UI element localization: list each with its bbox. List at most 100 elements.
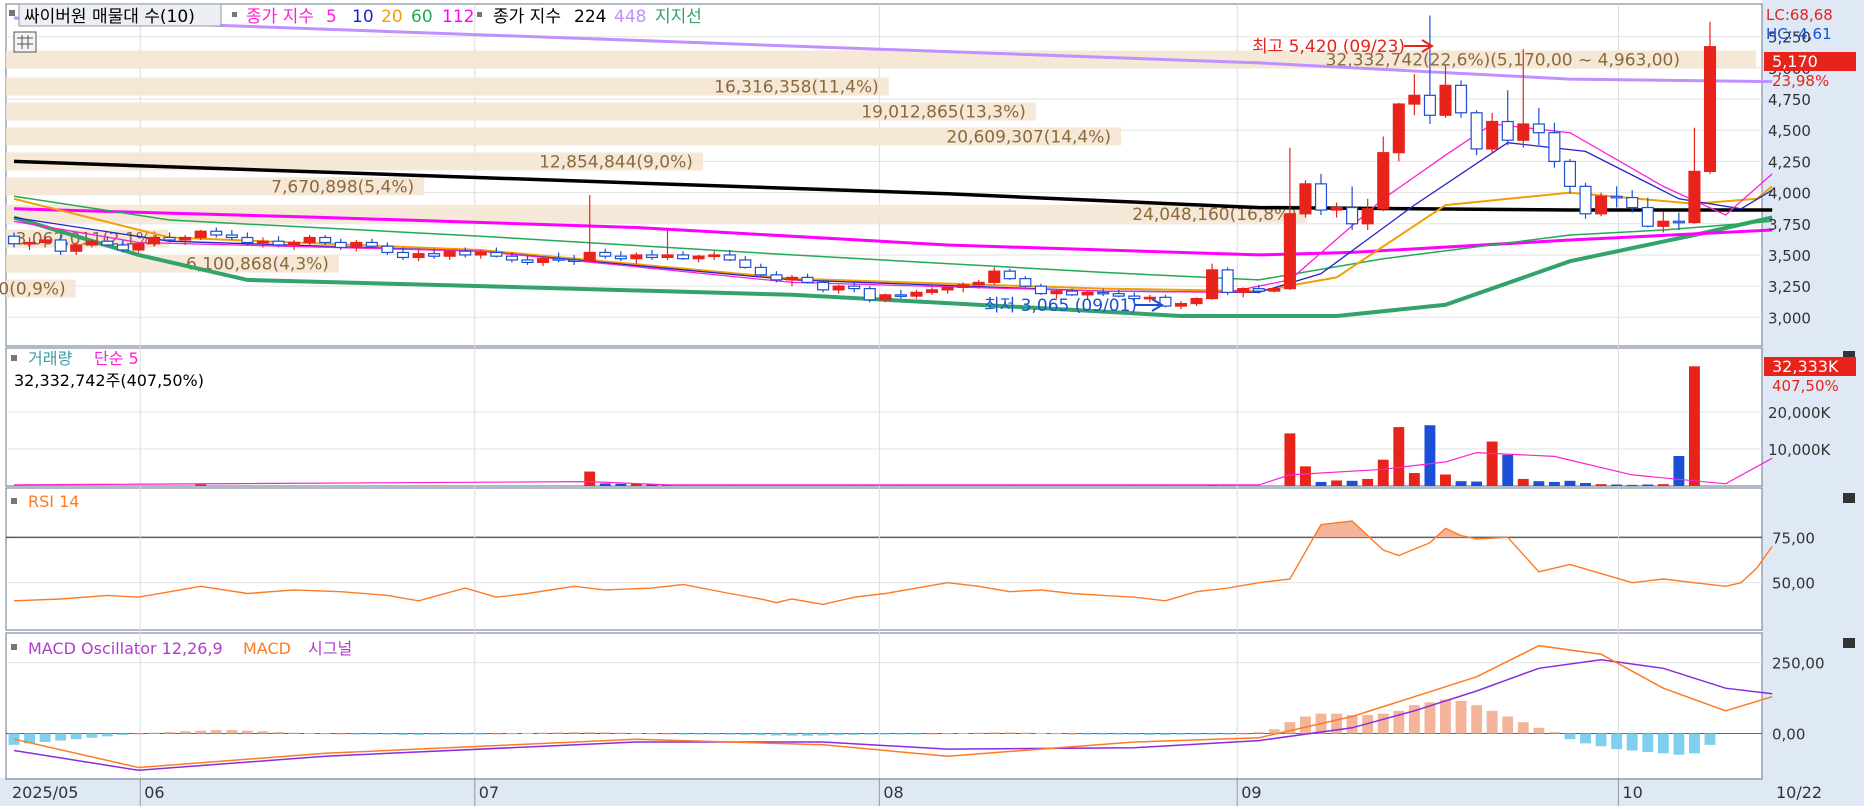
macd-osc-bar <box>257 731 269 734</box>
candle-up <box>132 243 145 251</box>
candle-down <box>552 258 565 261</box>
candle-up <box>692 255 705 260</box>
candle-up <box>630 254 643 260</box>
macd-osc-bar <box>1502 716 1514 734</box>
macd-osc-bar <box>1486 710 1498 734</box>
candle-down <box>1423 94 1436 116</box>
candle-down <box>848 285 861 290</box>
candle-down <box>101 240 114 246</box>
candle-down <box>54 239 67 252</box>
macd-osc-bar <box>584 732 596 734</box>
legend-toggle-icon[interactable] <box>11 644 17 650</box>
rsi-tick-label: 75,00 <box>1772 529 1815 547</box>
macd-osc-bar <box>1440 699 1451 734</box>
rsi-line <box>13 520 1773 606</box>
hc-label: HC:-4,61 <box>1766 25 1832 43</box>
macd-osc-bar <box>1626 733 1638 751</box>
macd-osc-bar <box>210 730 222 734</box>
macd-line <box>13 644 1773 769</box>
candle-down <box>1066 290 1079 296</box>
rsi-panel-frame[interactable] <box>5 487 1763 631</box>
candle-up <box>1206 269 1219 300</box>
candle-up <box>941 286 954 291</box>
volume-profile-label: 19,012,865(13,3%) <box>861 103 1026 123</box>
candle-down <box>428 253 441 257</box>
candle-up <box>661 254 674 259</box>
candle-up <box>179 236 192 241</box>
current-price: 5,170 <box>1772 52 1818 71</box>
candle-down <box>1314 183 1328 211</box>
macd-legend: MACD Oscillator 12,26,9 MACD 시그널 <box>11 639 352 658</box>
candle-up <box>879 294 892 301</box>
close-icon[interactable] <box>1843 638 1855 648</box>
legend-toggle-icon[interactable] <box>11 355 17 361</box>
macd-osc-bar <box>1206 733 1218 735</box>
signal-line <box>13 659 1773 772</box>
ma20-line <box>13 185 1773 293</box>
candle-up <box>1081 291 1094 296</box>
legend-toggle-icon[interactable] <box>11 498 17 504</box>
macd-osc-bar <box>911 733 922 735</box>
candle-up <box>1330 206 1343 211</box>
date-label: 10/22 <box>1776 783 1822 802</box>
macd-osc-bar <box>1051 733 1062 735</box>
candle-down <box>365 241 378 247</box>
macd-osc-bar <box>1657 733 1669 754</box>
signal-title: 시그널 <box>308 639 352 658</box>
candle-down <box>599 251 612 257</box>
price-tick-label: 3,750 <box>1768 216 1811 234</box>
candle-up <box>1268 288 1281 292</box>
macd-osc-bar <box>459 733 471 735</box>
candle-up <box>147 236 161 245</box>
low-annotation: 최저 3,065 (09/01) <box>984 296 1137 316</box>
macd-osc-bar <box>864 733 876 735</box>
macd-osc-bar <box>1300 716 1311 734</box>
date-axis-background <box>0 778 1864 806</box>
volume-bar <box>1611 484 1623 486</box>
stock-chart[interactable]: 32,332,742(22,6%)(5,170,00 ~ 4,963,00)16… <box>0 0 1864 806</box>
macd-osc-bar <box>1237 733 1249 735</box>
candle-up <box>1190 297 1203 305</box>
macd-osc-bar <box>646 733 658 735</box>
candle-up <box>925 289 939 293</box>
candle-up <box>303 236 316 244</box>
candle-down <box>1034 285 1047 295</box>
macd-osc-bar <box>241 730 253 734</box>
macd-osc-bar <box>1580 733 1591 744</box>
candle-down <box>1626 196 1639 209</box>
volume-tick-label: 10,000K <box>1768 441 1831 459</box>
candle-down <box>163 236 176 241</box>
candle-down <box>817 281 830 291</box>
candle-down <box>614 255 627 260</box>
macd-osc-bar <box>1533 727 1545 734</box>
rsi-legend: RSI 14 <box>11 492 79 511</box>
candle-down <box>459 250 472 256</box>
volume-bar <box>1580 483 1591 486</box>
candle-up <box>1174 302 1188 307</box>
volume-bar <box>1408 473 1420 486</box>
macd-osc-bar <box>226 730 238 734</box>
legend-toggle-icon[interactable] <box>9 10 15 16</box>
price-legend: 싸이버원 매물대 수(10) 종가 지수 5 10 20 60 112 종가 지… <box>9 3 702 53</box>
candle-down <box>225 234 238 239</box>
candle-down <box>1548 132 1561 163</box>
macd-osc-bar <box>724 733 736 735</box>
table-icon[interactable] <box>13 31 37 53</box>
candle-up <box>1299 183 1312 215</box>
close-icon[interactable] <box>1843 493 1855 503</box>
macd-osc-bar <box>133 733 144 735</box>
volume-bar <box>1517 478 1529 486</box>
candle-down <box>396 251 410 259</box>
volume-panel-frame[interactable] <box>5 347 1763 487</box>
macd-osc-bar <box>1128 733 1140 735</box>
candle-down <box>801 276 814 283</box>
candle-up <box>70 244 83 252</box>
macd-osc-bar <box>444 733 456 735</box>
volume-bar <box>1502 454 1514 486</box>
macd-osc-bar <box>693 733 705 735</box>
candle-down <box>116 244 129 251</box>
candle-up <box>957 284 970 288</box>
macd-osc-bar <box>1222 733 1234 735</box>
candle-down <box>1252 288 1265 292</box>
macd-osc-bar <box>1595 733 1607 747</box>
